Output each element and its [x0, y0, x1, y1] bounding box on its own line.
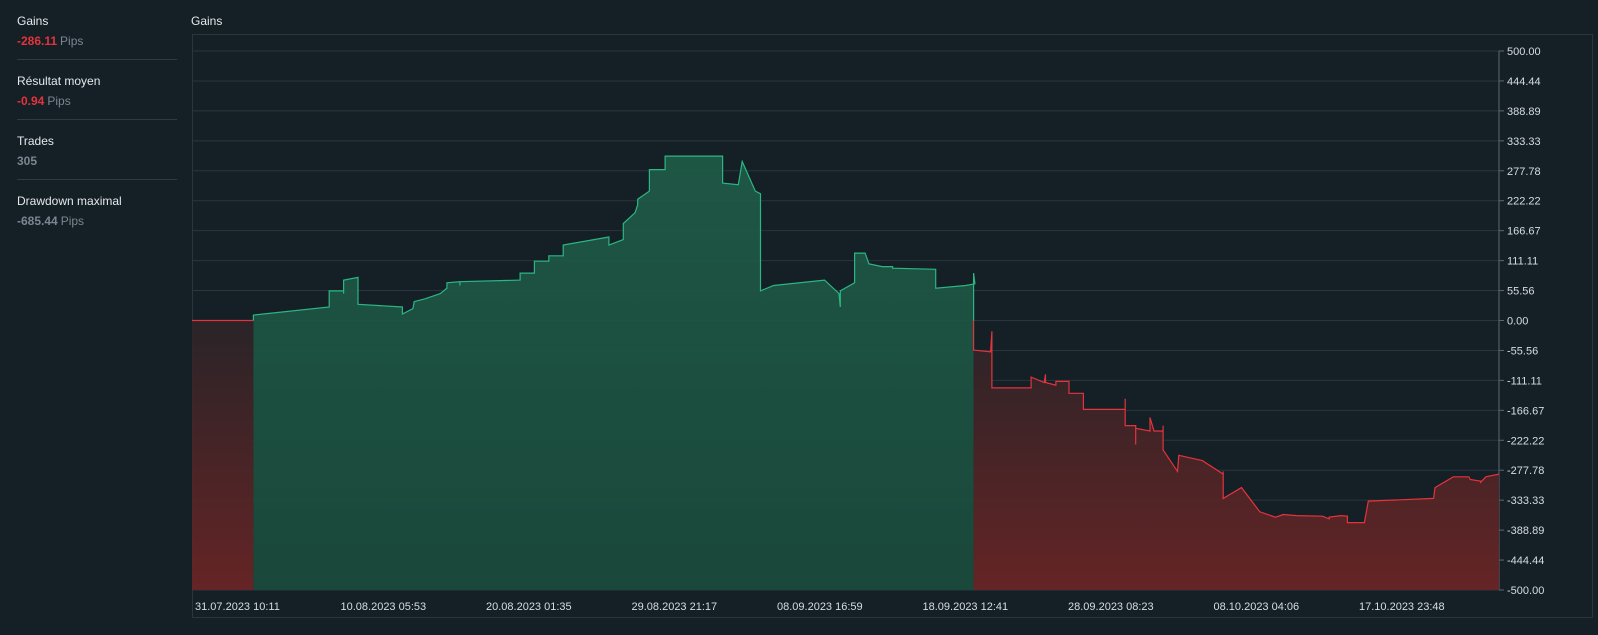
y-tick-label: 500.00 [1507, 46, 1541, 58]
y-tick-label: -55.56 [1507, 345, 1538, 357]
y-tick-label: 388.89 [1507, 106, 1541, 118]
y-tick-label: -111.11 [1507, 375, 1542, 387]
y-tick-label: 333.33 [1507, 136, 1541, 148]
stat-2: Trades 305 [17, 120, 177, 180]
loss-area [973, 320, 1499, 590]
y-tick-label: 111.11 [1507, 256, 1538, 268]
loss-area [192, 320, 254, 590]
stats-sidebar: Gains -286.11 Pips Résultat moyen -0.94 Pips T… [17, 0, 177, 239]
y-tick-label: -277.78 [1507, 465, 1544, 477]
stat-unit: Pips [47, 94, 71, 108]
y-tick-label: -333.33 [1507, 495, 1544, 507]
stat-value: -0.94 [17, 94, 45, 108]
y-tick-label: -166.67 [1507, 405, 1544, 417]
y-tick-label: 222.22 [1507, 196, 1541, 208]
y-tick-label: 444.44 [1507, 76, 1541, 88]
chart-title: Gains [191, 14, 223, 28]
stat-label: Drawdown maximal [17, 194, 122, 208]
x-tick-label: 08.09.2023 16:59 [777, 601, 863, 613]
stat-value: 305 [17, 154, 38, 168]
x-tick-label: 17.10.2023 23:48 [1359, 601, 1445, 613]
stat-1: Résultat moyen -0.94 Pips [17, 60, 177, 120]
y-tick-label: 0.00 [1507, 316, 1528, 328]
x-tick-label: 28.09.2023 08:23 [1068, 601, 1154, 613]
y-tick-label: -388.89 [1507, 525, 1544, 537]
x-tick-label: 10.08.2023 05:53 [341, 601, 427, 613]
stat-3: Drawdown maximal -685.44 Pips [17, 180, 177, 239]
stat-label: Résultat moyen [17, 74, 101, 88]
gain-area [253, 156, 975, 590]
stat-value: -286.11 [17, 34, 58, 48]
y-tick-label: 55.56 [1507, 286, 1535, 298]
stat-value: -685.44 [17, 214, 58, 228]
stat-unit: Pips [60, 214, 85, 228]
gains-chart: 500.00 444.44 388.89 333.33 277.78 222.22 166.… [192, 34, 1594, 630]
y-tick-label: -222.22 [1507, 435, 1544, 447]
y-tick-label: -500.00 [1507, 585, 1544, 597]
y-tick-label: 277.78 [1507, 166, 1541, 178]
stat-label: Trades [17, 134, 54, 148]
x-tick-label: 29.08.2023 21:17 [632, 601, 718, 613]
x-tick-label: 20.08.2023 01:35 [486, 601, 572, 613]
stat-0: Gains -286.11 Pips [17, 0, 177, 60]
x-tick-label: 31.07.2023 10:11 [195, 601, 280, 613]
x-tick-label: 08.10.2023 04:06 [1214, 601, 1300, 613]
y-tick-label: -444.44 [1507, 555, 1544, 567]
stat-label: Gains [17, 14, 49, 28]
y-tick-label: 166.67 [1507, 226, 1541, 238]
stat-unit: Pips [60, 34, 84, 48]
gains-chart-svg: 500.00 444.44 388.89 333.33 277.78 222.22 166.… [192, 34, 1593, 618]
x-tick-label: 18.09.2023 12:41 [923, 601, 1009, 613]
